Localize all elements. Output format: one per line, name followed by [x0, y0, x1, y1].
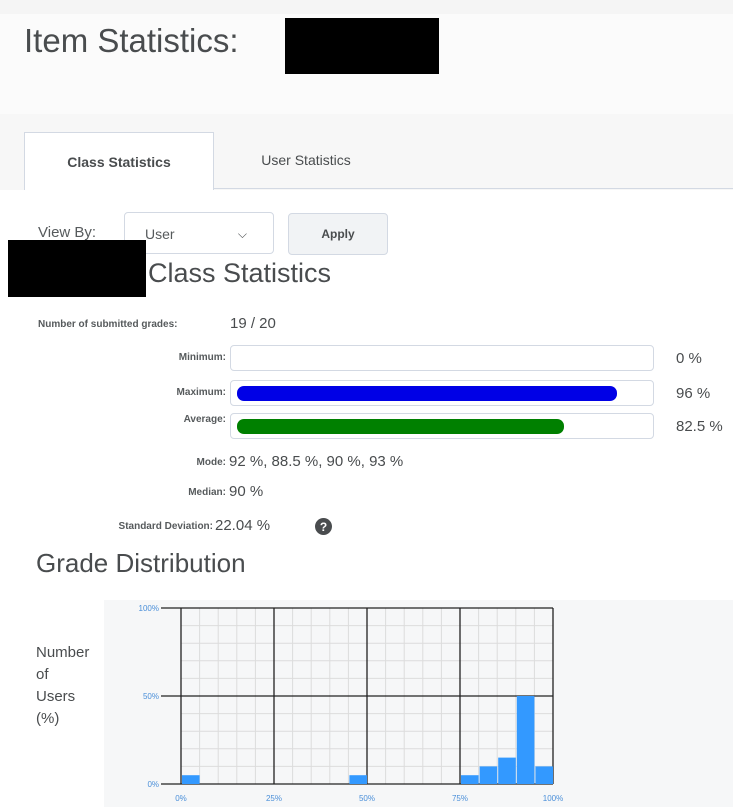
- histogram-bar: [535, 766, 553, 784]
- y-tick-label: 100%: [139, 604, 159, 613]
- histogram-bar: [182, 775, 200, 784]
- x-tick-label: 50%: [359, 794, 375, 803]
- histogram-bar: [516, 696, 535, 784]
- x-tick-label: 0%: [175, 794, 187, 803]
- histogram-bar: [479, 766, 498, 784]
- y-tick-label: 50%: [143, 692, 159, 701]
- x-tick-label: 75%: [452, 794, 468, 803]
- y-tick-label: 0%: [147, 780, 159, 789]
- x-tick-label: 100%: [543, 794, 563, 803]
- histogram-bar: [349, 775, 367, 784]
- histogram-bar: [498, 757, 516, 784]
- x-tick-label: 25%: [266, 794, 282, 803]
- grade-distribution-chart: 0% 25% 50% 75% 100% 0% 50% 100%: [139, 604, 564, 803]
- histogram-bar: [461, 775, 479, 784]
